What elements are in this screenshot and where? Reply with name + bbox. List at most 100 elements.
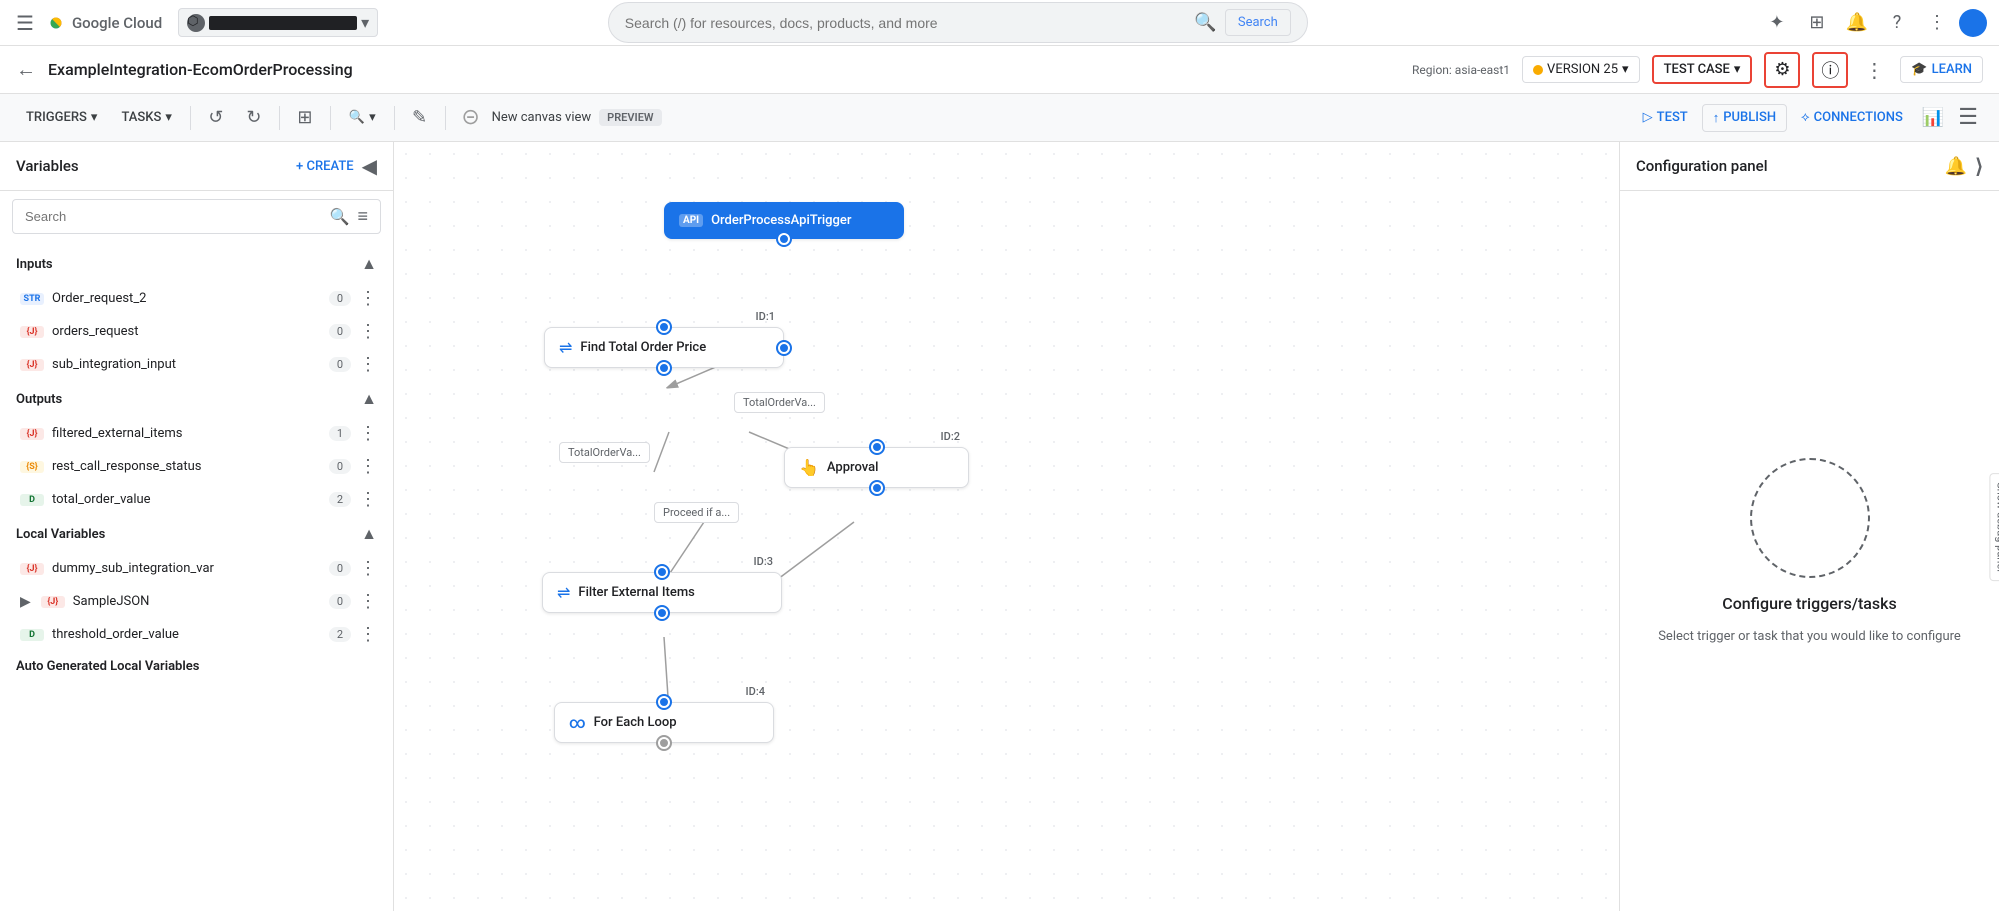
zoom-chevron-icon: ▾ xyxy=(369,110,376,125)
variable-item-rest-call-response-status[interactable]: {S} rest_call_response_status 0 ⋮ xyxy=(0,450,393,483)
variable-item-sub-integration-input[interactable]: {J} sub_integration_input 0 ⋮ xyxy=(0,348,393,381)
show-debug-panel-button[interactable]: Show debug panel xyxy=(1990,473,1999,581)
back-button[interactable]: ← xyxy=(16,57,36,82)
publish-button[interactable]: ↑ PUBLISH xyxy=(1702,104,1787,132)
panel-expand-icon[interactable]: ⟩ xyxy=(1975,154,1983,178)
flow-connections-svg xyxy=(394,142,1619,911)
variables-search-input[interactable] xyxy=(25,209,322,224)
pencil-button[interactable]: ✎ xyxy=(403,101,437,135)
flow-canvas-area[interactable]: API OrderProcessApiTrigger ID:1 ⇌ Find T… xyxy=(394,142,1619,911)
toolbar-separator-2 xyxy=(279,106,280,130)
var-count: 0 xyxy=(329,291,351,306)
learn-button[interactable]: 🎓 LEARN xyxy=(1900,56,1983,83)
variable-item-sample-json[interactable]: ▶ {J} SampleJSON 0 ⋮ xyxy=(0,585,393,618)
test-case-button[interactable]: TEST CASE ▾ xyxy=(1652,55,1753,84)
local-variables-section-header[interactable]: Local Variables ▲ xyxy=(0,516,393,552)
var-type-badge: {J} xyxy=(41,596,65,608)
circle-minus-icon: ⊝ xyxy=(454,101,488,135)
collapse-sidebar-button[interactable]: ◀ xyxy=(362,154,377,178)
task-node-approval[interactable]: ID:2 👆 Approval xyxy=(784,447,969,488)
panel-title: Configuration panel xyxy=(1636,157,1768,175)
node-connector-top xyxy=(658,321,670,333)
notifications-icon-btn[interactable]: 🔔 xyxy=(1839,5,1875,41)
gear-icon: ⚙ xyxy=(1774,59,1790,80)
expand-icon[interactable]: ▶ xyxy=(20,594,31,610)
version-button[interactable]: VERSION 25 ▾ xyxy=(1522,56,1640,83)
var-more-icon[interactable]: ⋮ xyxy=(359,624,377,645)
chart-button[interactable]: 📊 xyxy=(1917,102,1949,133)
var-more-icon[interactable]: ⋮ xyxy=(359,558,377,579)
var-name: orders_request xyxy=(52,324,321,339)
var-name: dummy_sub_integration_var xyxy=(52,561,321,576)
tasks-button[interactable]: TASKS ▾ xyxy=(111,105,181,130)
var-type-badge: {J} xyxy=(20,326,44,338)
var-type-badge: D xyxy=(20,494,44,506)
more-options-icon-btn[interactable]: ⋮ xyxy=(1919,5,1955,41)
project-icon: ⬡ xyxy=(187,14,205,32)
variables-search-box[interactable]: 🔍 ≡ xyxy=(12,199,381,234)
var-count: 2 xyxy=(329,627,351,642)
info-button[interactable]: ⓘ xyxy=(1812,52,1848,88)
global-search-bar[interactable]: 🔍 Search xyxy=(608,2,1308,43)
test-case-chevron-icon: ▾ xyxy=(1734,62,1741,77)
apps-icon-btn[interactable]: ⊞ xyxy=(1799,5,1835,41)
test-button[interactable]: ▷ TEST xyxy=(1633,105,1698,130)
var-more-icon[interactable]: ⋮ xyxy=(359,423,377,444)
panel-bell-icon[interactable]: 🔔 xyxy=(1945,156,1967,177)
create-variable-button[interactable]: + CREATE xyxy=(296,159,354,174)
search-button[interactable]: Search xyxy=(1225,9,1291,36)
var-name: SampleJSON xyxy=(73,594,321,609)
task-node-filter-external-items[interactable]: ID:3 ⇌ Filter External Items xyxy=(542,572,782,613)
var-count: 0 xyxy=(329,324,351,339)
project-selector[interactable]: ⬡ ▾ xyxy=(178,8,378,37)
variable-item-threshold-order-value[interactable]: D threshold_order_value 2 ⋮ xyxy=(0,618,393,651)
search-icon: 🔍 xyxy=(330,207,350,226)
trigger-node-order-process[interactable]: API OrderProcessApiTrigger xyxy=(664,202,904,239)
panel-content: Configure triggers/tasks Select trigger … xyxy=(1620,191,1999,911)
help-icon-btn[interactable]: ? xyxy=(1879,5,1915,41)
node-connector-top xyxy=(658,696,670,708)
zoom-button[interactable]: 🔍 ▾ xyxy=(339,105,386,130)
task-node-approval-label: Approval xyxy=(827,460,879,475)
panel-placeholder-circle xyxy=(1750,458,1870,578)
variable-item-order-request-2[interactable]: STR Order_request_2 0 ⋮ xyxy=(0,282,393,315)
gemini-icon-btn[interactable]: ✦ xyxy=(1759,5,1795,41)
var-more-icon[interactable]: ⋮ xyxy=(359,354,377,375)
layout-button[interactable]: ⊞ xyxy=(288,101,322,135)
task-node-find-total-order-price[interactable]: ID:1 ⇌ Find Total Order Price xyxy=(544,327,784,368)
node-connector-bottom xyxy=(871,482,883,494)
var-more-icon[interactable]: ⋮ xyxy=(359,591,377,612)
var-more-icon[interactable]: ⋮ xyxy=(359,456,377,477)
redo-button[interactable]: ↻ xyxy=(237,101,271,135)
triggers-chevron-icon: ▾ xyxy=(91,110,98,125)
user-avatar[interactable] xyxy=(1959,9,1987,37)
variable-item-dummy-sub[interactable]: {J} dummy_sub_integration_var 0 ⋮ xyxy=(0,552,393,585)
search-input[interactable] xyxy=(625,15,1187,31)
inputs-section-header[interactable]: Inputs ▲ xyxy=(0,246,393,282)
triggers-button[interactable]: TRIGGERS ▾ xyxy=(16,105,107,130)
var-more-icon[interactable]: ⋮ xyxy=(359,288,377,309)
node-connector-right xyxy=(778,342,790,354)
settings-button[interactable]: ⚙ xyxy=(1764,52,1800,88)
version-chevron-icon: ▾ xyxy=(1622,62,1629,77)
outputs-section-header[interactable]: Outputs ▲ xyxy=(0,381,393,417)
var-type-badge: {J} xyxy=(20,563,44,575)
task-node-for-each-loop-label: For Each Loop xyxy=(594,715,677,730)
find-total-price-icon: ⇌ xyxy=(559,338,572,357)
configuration-panel: Configuration panel 🔔 ⟩ Configure trigge… xyxy=(1619,142,1999,911)
filter-icon[interactable]: ≡ xyxy=(357,206,368,227)
var-more-icon[interactable]: ⋮ xyxy=(359,489,377,510)
variable-item-filtered-external-items[interactable]: {J} filtered_external_items 1 ⋮ xyxy=(0,417,393,450)
connections-button[interactable]: ⟡ CONNECTIONS xyxy=(1791,105,1913,130)
hamburger-menu[interactable]: ☰ xyxy=(12,7,38,39)
more-vertical-button[interactable]: ⋮ xyxy=(1860,54,1888,86)
var-more-icon[interactable]: ⋮ xyxy=(359,321,377,342)
undo-button[interactable]: ↺ xyxy=(199,101,233,135)
variable-item-orders-request[interactable]: {J} orders_request 0 ⋮ xyxy=(0,315,393,348)
menu-button[interactable]: ☰ xyxy=(1953,100,1983,135)
auto-generated-section-header[interactable]: Auto Generated Local Variables xyxy=(0,651,393,682)
task-node-for-each-loop[interactable]: ID:4 ∞ For Each Loop xyxy=(554,702,774,743)
zoom-icon: 🔍 xyxy=(349,110,365,125)
var-type-badge: {J} xyxy=(20,359,44,371)
variable-item-total-order-value[interactable]: D total_order_value 2 ⋮ xyxy=(0,483,393,516)
